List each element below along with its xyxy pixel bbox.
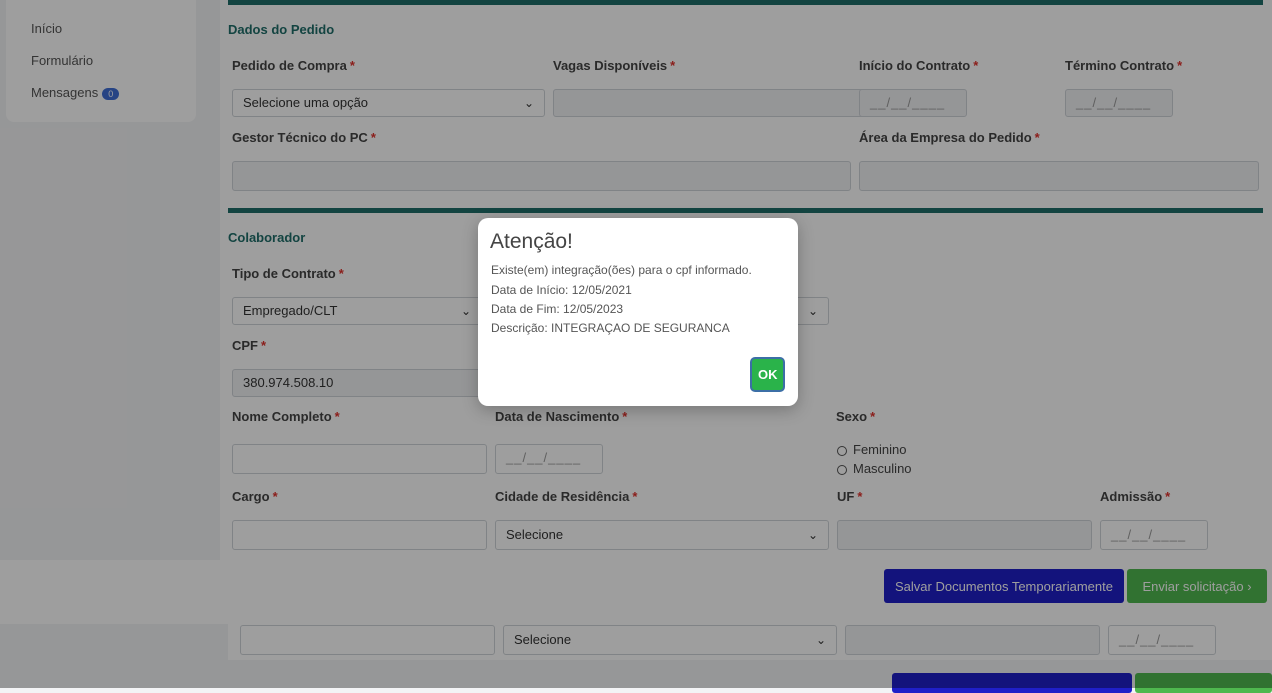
dialog-start-date: Data de Início: 12/05/2021 <box>491 283 632 297</box>
dialog-message: Existe(em) integração(ões) para o cpf in… <box>491 263 752 277</box>
alert-dialog: Atenção! Existe(em) integração(ões) para… <box>478 218 798 406</box>
dialog-description: Descrição: INTEGRAÇAO DE SEGURANCA <box>491 321 730 335</box>
ok-button[interactable]: OK <box>750 357 785 392</box>
dialog-title: Atenção! <box>490 230 573 253</box>
dialog-end-date: Data de Fim: 12/05/2023 <box>491 302 624 316</box>
